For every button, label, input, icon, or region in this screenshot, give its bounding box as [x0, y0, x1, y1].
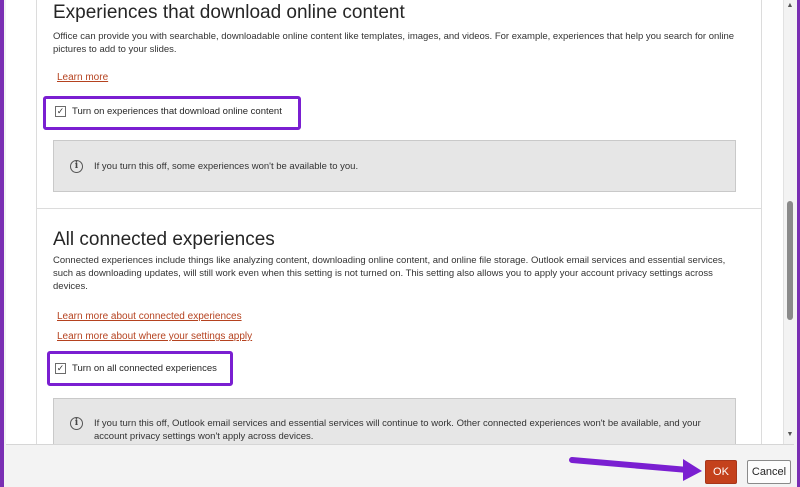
checkbox-label: Turn on all connected experiences	[72, 363, 217, 374]
connected-experiences-section: All connected experiences Connected expe…	[37, 209, 761, 444]
learn-more-link[interactable]: Learn more	[57, 72, 108, 83]
online-content-checkbox-row[interactable]: ✓ Turn on experiences that download onli…	[55, 106, 282, 117]
info-text: If you turn this off, some experiences w…	[94, 161, 359, 172]
online-content-section: Experiences that download online content…	[37, 0, 761, 209]
scroll-down-icon[interactable]: ▼	[785, 431, 795, 438]
ok-button[interactable]: OK	[705, 460, 737, 484]
info-text: If you turn this off, Outlook email serv…	[94, 418, 701, 442]
section-title: All connected experiences	[53, 229, 275, 250]
dialog-footer: OK Cancel	[6, 445, 794, 487]
section-description: Connected experiences include things lik…	[53, 255, 726, 292]
info-icon: i	[70, 160, 83, 173]
checkbox-label: Turn on experiences that download online…	[72, 106, 282, 117]
vertical-scrollbar[interactable]: ▲ ▼	[783, 0, 795, 444]
scrollbar-thumb[interactable]	[787, 201, 793, 320]
info-box: i If you turn this off, Outlook email se…	[53, 398, 736, 444]
info-box: i If you turn this off, some experiences…	[53, 140, 736, 192]
learn-more-connected-link[interactable]: Learn more about connected experiences	[57, 311, 242, 322]
dialog-body: Experiences that download online content…	[6, 0, 795, 445]
learn-more-settings-link[interactable]: Learn more about where your settings app…	[57, 331, 252, 342]
cancel-button[interactable]: Cancel	[747, 460, 791, 484]
section-description: Office can provide you with searchable, …	[53, 31, 735, 55]
info-icon: i	[70, 417, 83, 430]
connected-checkbox[interactable]: ✓	[55, 363, 66, 374]
section-title: Experiences that download online content	[53, 2, 405, 23]
window-frame-left	[0, 0, 4, 487]
connected-checkbox-row[interactable]: ✓ Turn on all connected experiences	[55, 363, 217, 374]
settings-panel: Experiences that download online content…	[36, 0, 762, 444]
scroll-up-icon[interactable]: ▲	[785, 2, 795, 9]
online-content-checkbox[interactable]: ✓	[55, 106, 66, 117]
